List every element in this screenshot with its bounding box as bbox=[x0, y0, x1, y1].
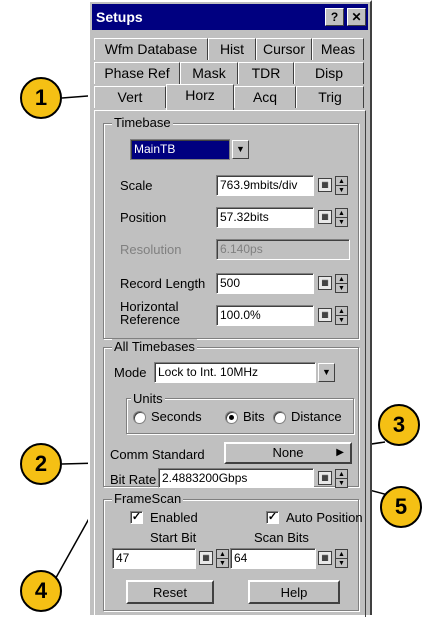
horz-tab-panel: Timebase MainTB ▼ Scale 763.9mbits/div ▦… bbox=[94, 110, 366, 617]
timebase-group: Timebase MainTB ▼ Scale 763.9mbits/div ▦… bbox=[103, 115, 359, 339]
tab-tdr[interactable]: TDR bbox=[238, 62, 294, 84]
scan-bits-label: Scan Bits bbox=[254, 530, 309, 545]
enabled-checkbox[interactable]: ✓ bbox=[130, 511, 143, 524]
tab-disp[interactable]: Disp bbox=[294, 62, 364, 84]
timebase-select[interactable]: MainTB bbox=[130, 139, 230, 160]
radio-bits[interactable] bbox=[225, 411, 238, 424]
timebase-group-label: Timebase bbox=[112, 115, 173, 131]
help-title-button[interactable]: ? bbox=[325, 8, 344, 26]
tab-cursor[interactable]: Cursor bbox=[256, 38, 312, 60]
record-length-spinner[interactable]: ▲ ▼ bbox=[335, 274, 348, 293]
reset-button[interactable]: Reset bbox=[126, 580, 214, 604]
help-button[interactable]: Help bbox=[248, 580, 340, 604]
radio-seconds-label: Seconds bbox=[151, 409, 202, 424]
tab-meas[interactable]: Meas bbox=[312, 38, 364, 60]
chevron-down-icon[interactable]: ▼ bbox=[318, 363, 335, 382]
horizontal-reference-spinner[interactable]: ▲ ▼ bbox=[335, 306, 348, 325]
radio-distance-label: Distance bbox=[291, 409, 342, 424]
tab-wfm-database[interactable]: Wfm Database bbox=[94, 38, 208, 60]
keypad-icon[interactable]: ▦ bbox=[318, 308, 332, 322]
callout-2: 2 bbox=[20, 443, 62, 485]
radio-distance[interactable] bbox=[273, 411, 286, 424]
callout-3: 3 bbox=[378, 404, 420, 446]
horizontal-reference-field[interactable]: 100.0% bbox=[216, 305, 314, 326]
record-length-label: Record Length bbox=[120, 276, 206, 291]
title-bar: Setups ? ✕ bbox=[92, 4, 368, 30]
all-timebases-group-label: All Timebases bbox=[112, 339, 197, 355]
tab-hist[interactable]: Hist bbox=[208, 38, 256, 60]
keypad-icon[interactable]: ▦ bbox=[318, 551, 332, 565]
keypad-icon[interactable]: ▦ bbox=[199, 551, 213, 565]
tab-horz[interactable]: Horz bbox=[166, 84, 234, 110]
keypad-icon[interactable]: ▦ bbox=[318, 471, 332, 485]
keypad-icon[interactable]: ▦ bbox=[318, 178, 332, 192]
tab-mask[interactable]: Mask bbox=[180, 62, 238, 84]
start-bit-spinner[interactable]: ▲ ▼ bbox=[216, 549, 229, 568]
scale-field[interactable]: 763.9mbits/div bbox=[216, 175, 314, 196]
position-spinner[interactable]: ▲ ▼ bbox=[335, 208, 348, 227]
keypad-icon[interactable]: ▦ bbox=[318, 210, 332, 224]
radio-bits-label: Bits bbox=[243, 409, 265, 424]
mode-label: Mode bbox=[114, 365, 147, 380]
auto-position-checkbox[interactable]: ✓ bbox=[266, 511, 279, 524]
bit-rate-field[interactable]: 2.4883200Gbps bbox=[158, 468, 314, 488]
scan-bits-field[interactable]: 64 bbox=[230, 548, 316, 569]
mode-select[interactable]: Lock to Int. 10MHz bbox=[154, 362, 316, 383]
comm-standard-label: Comm Standard bbox=[110, 447, 205, 462]
all-timebases-group: All Timebases Mode Lock to Int. 10MHz ▼ … bbox=[103, 339, 359, 488]
record-length-field[interactable]: 500 bbox=[216, 273, 314, 294]
callout-1: 1 bbox=[20, 77, 62, 119]
resolution-field: 6.140ps bbox=[216, 239, 350, 260]
tab-vert[interactable]: Vert bbox=[94, 86, 166, 108]
horizontal-reference-label-line2: Reference bbox=[120, 312, 180, 327]
radio-seconds[interactable] bbox=[133, 411, 146, 424]
tab-phase-ref[interactable]: Phase Ref bbox=[94, 62, 180, 84]
comm-standard-value: None bbox=[272, 445, 304, 460]
scale-label: Scale bbox=[120, 178, 153, 193]
scan-bits-spinner[interactable]: ▲ ▼ bbox=[335, 549, 348, 568]
window-title: Setups bbox=[96, 9, 143, 25]
keypad-icon[interactable]: ▦ bbox=[318, 276, 332, 290]
enabled-label: Enabled bbox=[150, 510, 198, 525]
chevron-right-icon: ▶ bbox=[336, 447, 344, 458]
tab-trig[interactable]: Trig bbox=[296, 86, 364, 108]
units-group-label: Units bbox=[131, 391, 165, 407]
position-field[interactable]: 57.32bits bbox=[216, 207, 314, 228]
tab-acq[interactable]: Acq bbox=[234, 86, 296, 108]
close-button[interactable]: ✕ bbox=[347, 8, 366, 26]
chevron-down-icon[interactable]: ▼ bbox=[232, 140, 249, 159]
horizontal-reference-label: Horizontal Reference bbox=[120, 300, 180, 326]
timebase-select-value: MainTB bbox=[134, 142, 176, 156]
start-bit-label: Start Bit bbox=[150, 530, 197, 545]
comm-standard-button[interactable]: None ▶ bbox=[224, 442, 352, 464]
callout-5: 5 bbox=[380, 486, 422, 528]
scale-spinner[interactable]: ▲ ▼ bbox=[335, 176, 348, 195]
resolution-label: Resolution bbox=[120, 242, 182, 257]
start-bit-field[interactable]: 47 bbox=[112, 548, 196, 569]
framescan-group: FrameScan ✓ Enabled ✓ Auto Position Star… bbox=[103, 491, 363, 611]
bit-rate-label: Bit Rate bbox=[110, 472, 157, 487]
units-group: Units Seconds Bits Distance bbox=[126, 391, 354, 434]
setups-dialog: Setups ? ✕ Wfm Database Hist Cursor Meas… bbox=[88, 0, 372, 617]
framescan-group-label: FrameScan bbox=[112, 491, 184, 507]
callout-4: 4 bbox=[20, 570, 62, 612]
position-label: Position bbox=[120, 210, 167, 225]
bit-rate-spinner[interactable]: ▲ ▼ bbox=[335, 469, 348, 488]
auto-position-label: Auto Position bbox=[286, 510, 363, 525]
